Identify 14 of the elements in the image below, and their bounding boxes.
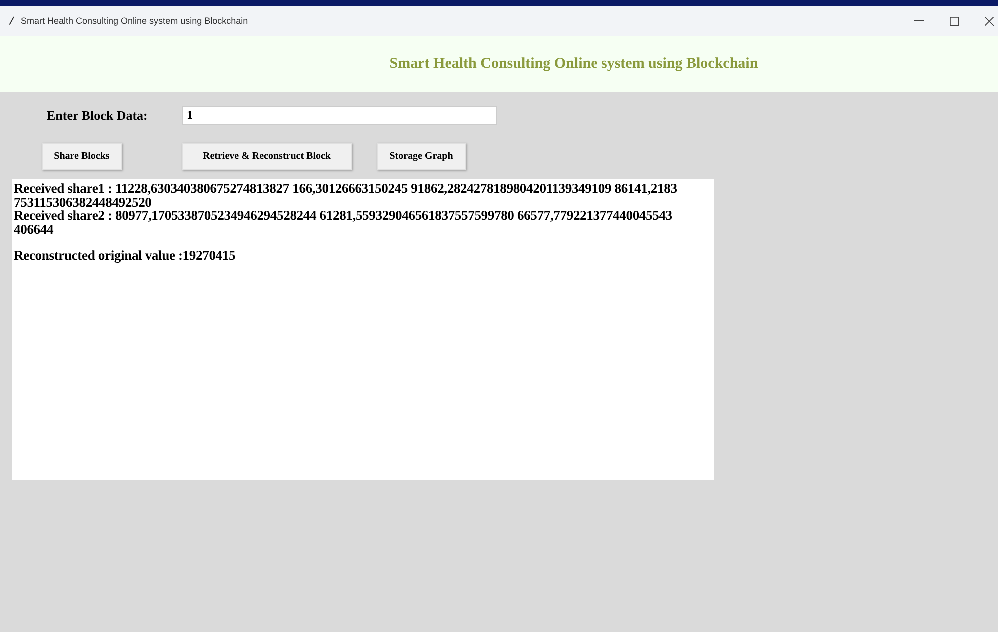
action-button[interactable]: Storage Graph	[377, 143, 466, 170]
field-label: Enter Block Data:	[47, 108, 149, 124]
output-line: Reconstructed original value :19270415	[14, 248, 236, 263]
maximize-icon[interactable]	[950, 16, 959, 26]
output-line: Received share1 : 11228,630340380675274813827 166,30126663150245 91862,2824278189804201139349109 86141,2183	[14, 181, 678, 196]
action-button[interactable]: Share Blocks	[42, 143, 122, 170]
output-line: 406644	[14, 222, 54, 236]
action-button[interactable]: Retrieve & Reconstruct Block	[182, 143, 352, 170]
output-line: Received share2 : 80977,1705338705234946294528244 61281,559329046561837557599780 66577,779221377440045543	[14, 208, 672, 223]
input-field[interactable]: 1	[182, 106, 497, 125]
window-title: Smart Health Consulting Online system using Blockchain	[21, 16, 248, 26]
close-icon[interactable]	[985, 16, 994, 26]
output-line: 753115306382448492520	[14, 194, 152, 210]
app-heading: Smart Health Consulting Online system using Blockchain	[390, 56, 758, 72]
